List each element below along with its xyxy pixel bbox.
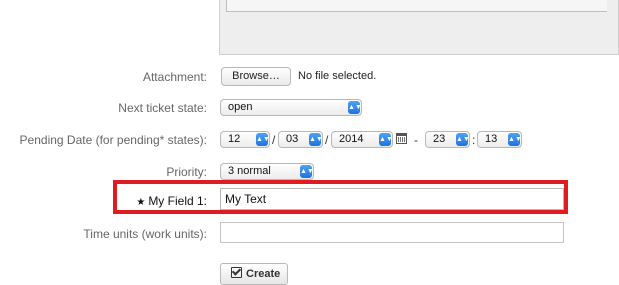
my-field-label-text: My Field 1: <box>148 194 207 208</box>
updown-arrow-icon: ▲▼ <box>348 101 362 114</box>
pending-hour-value: 23 <box>433 133 446 145</box>
text-area-inner <box>226 0 607 12</box>
next-state-label: Next ticket state: <box>118 101 207 115</box>
pending-month-value: 03 <box>286 133 299 145</box>
checkbox-icon <box>231 267 242 278</box>
pending-minute-value: 13 <box>485 133 498 145</box>
create-button[interactable]: Create <box>220 263 288 285</box>
time-separator: - <box>414 133 418 147</box>
updown-arrow-icon: ▲▼ <box>309 133 323 146</box>
pending-month-select[interactable]: 03 ▲▼ <box>278 131 323 148</box>
time-units-label: Time units (work units): <box>83 227 207 241</box>
my-field-label: ★ My Field 1: <box>136 194 207 208</box>
browse-button[interactable]: Browse… <box>221 67 291 86</box>
pending-minute-select[interactable]: 13 ▲▼ <box>477 131 522 148</box>
pending-hour-select[interactable]: 23 ▲▼ <box>425 131 470 148</box>
updown-arrow-icon: ▲▼ <box>456 133 470 146</box>
file-status: No file selected. <box>298 70 377 82</box>
required-star-icon: ★ <box>136 197 146 208</box>
next-state-select[interactable]: open ▲▼ <box>220 99 362 116</box>
next-state-value: open <box>228 101 253 113</box>
attachment-label: Attachment: <box>142 70 207 84</box>
updown-arrow-icon: ▲▼ <box>256 133 270 146</box>
updown-arrow-icon: ▲▼ <box>300 165 314 178</box>
priority-select[interactable]: 3 normal ▲▼ <box>220 163 314 180</box>
my-field-input[interactable]: My Text <box>220 188 564 210</box>
pending-year-select[interactable]: 2014 ▲▼ <box>331 131 393 148</box>
text-area[interactable] <box>219 0 619 55</box>
time-separator: : <box>472 133 476 147</box>
pending-day-value: 12 <box>228 133 241 145</box>
calendar-icon[interactable] <box>396 133 407 144</box>
time-units-input[interactable] <box>220 222 564 243</box>
pending-year-value: 2014 <box>339 133 364 145</box>
priority-label: Priority: <box>166 165 207 179</box>
priority-value: 3 normal <box>228 165 271 177</box>
pending-day-select[interactable]: 12 ▲▼ <box>220 131 270 148</box>
date-separator: / <box>272 133 276 147</box>
pending-date-label: Pending Date (for pending* states): <box>19 133 207 147</box>
updown-arrow-icon: ▲▼ <box>508 133 522 146</box>
date-separator: / <box>325 133 329 147</box>
create-button-label: Create <box>246 268 281 280</box>
updown-arrow-icon: ▲▼ <box>379 133 393 146</box>
